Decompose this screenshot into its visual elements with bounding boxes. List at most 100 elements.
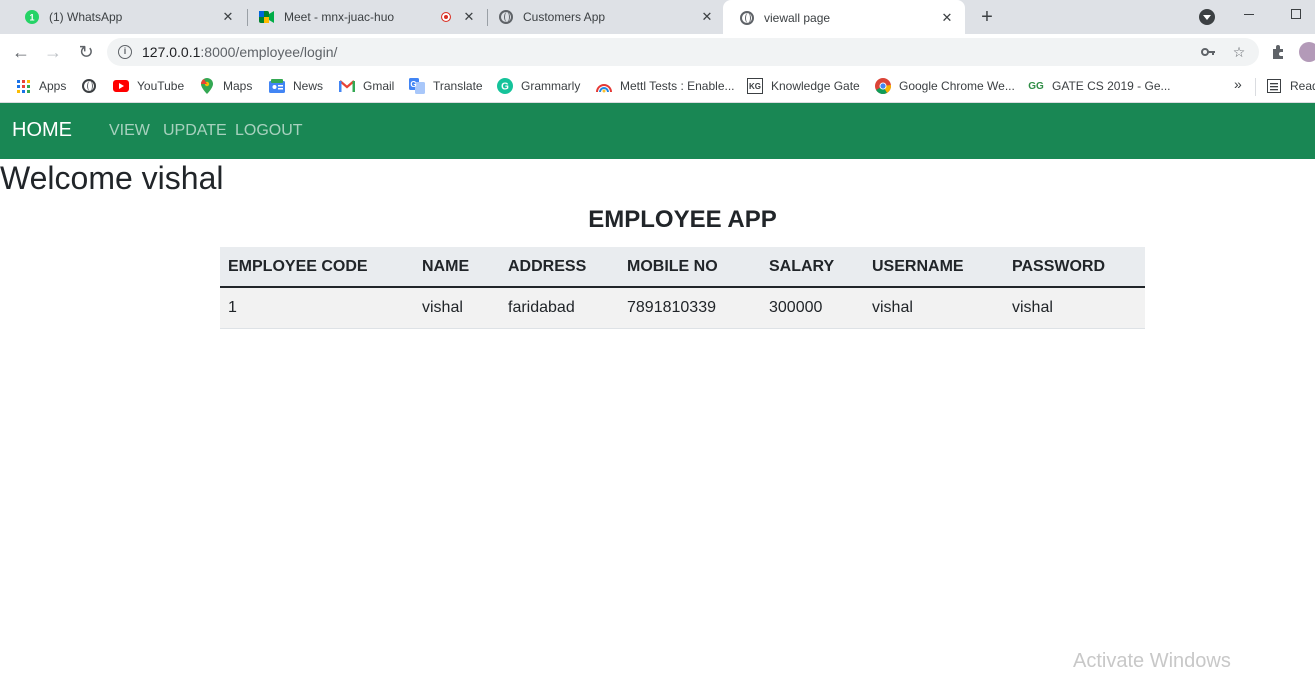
- close-icon[interactable]: ✕: [939, 10, 955, 26]
- bookmark-gate-cs[interactable]: GG GATE CS 2019 - Ge...: [1028, 76, 1171, 96]
- url-host: 127.0.0.1: [142, 44, 201, 60]
- bookmark-label: Gmail: [363, 79, 395, 93]
- maps-icon: [199, 78, 215, 94]
- bookmark-gmail[interactable]: Gmail: [339, 76, 394, 96]
- youtube-icon: [113, 78, 129, 94]
- bookmark-label: News: [293, 79, 324, 93]
- bookmarks-divider: [1255, 78, 1256, 96]
- tab-viewall-page[interactable]: viewall page ✕: [723, 0, 965, 35]
- google-meet-icon: [259, 9, 275, 25]
- bookmark-label: Apps: [39, 79, 67, 93]
- column-header-mobile-no: MOBILE NO: [619, 247, 761, 288]
- column-header-address: ADDRESS: [500, 247, 619, 288]
- bookmark-maps[interactable]: Maps: [199, 76, 252, 96]
- bookmark-label: Mettl Tests : Enable...: [620, 79, 735, 93]
- new-tab-button[interactable]: +: [976, 6, 998, 28]
- tab-title: Customers App: [523, 10, 606, 24]
- bookmark-label: Grammarly: [521, 79, 581, 93]
- globe-icon: [81, 78, 97, 94]
- reading-list-icon: [1266, 78, 1282, 94]
- gmail-icon: [339, 78, 355, 94]
- tab-search-icon[interactable]: [1199, 9, 1215, 25]
- close-icon[interactable]: ✕: [699, 9, 715, 25]
- mettl-icon: [596, 78, 612, 94]
- bookmark-knowledge-gate[interactable]: KG Knowledge Gate: [747, 76, 860, 96]
- nav-link-view[interactable]: VIEW: [109, 122, 150, 140]
- tab-meet[interactable]: Meet - mnx-juac-huo ✕: [243, 0, 487, 34]
- url-path: :8000/employee/login/: [200, 44, 338, 60]
- nav-link-logout[interactable]: LOGOUT: [235, 122, 303, 140]
- extensions-puzzle-icon[interactable]: [1270, 44, 1286, 60]
- bookmark-label: Knowledge Gate: [771, 79, 860, 93]
- close-icon[interactable]: ✕: [461, 9, 477, 25]
- column-header-employee-code: EMPLOYEE CODE: [220, 247, 414, 288]
- table-cell: 300000: [761, 287, 864, 329]
- column-header-salary: SALARY: [761, 247, 864, 288]
- welcome-heading: Welcome vishal: [0, 160, 224, 196]
- home-brand-link[interactable]: HOME: [12, 119, 72, 142]
- table-header-row: EMPLOYEE CODE NAME ADDRESS MOBILE NO SAL…: [220, 247, 1145, 288]
- reading-list[interactable]: Read: [1266, 76, 1315, 96]
- table-cell: 1: [220, 287, 414, 329]
- bookmark-label: YouTube: [137, 79, 185, 93]
- bookmark-translate[interactable]: G Translate: [409, 76, 483, 96]
- bookmark-mettl[interactable]: Mettl Tests : Enable...: [596, 76, 735, 96]
- back-arrow-icon[interactable]: ←: [9, 40, 33, 64]
- whatsapp-badge: 1: [29, 13, 34, 23]
- translate-icon: G: [409, 78, 425, 94]
- globe-icon: [498, 9, 514, 25]
- table-cell: vishal: [414, 287, 500, 329]
- whatsapp-icon: 1: [24, 9, 40, 25]
- globe-icon: [739, 10, 755, 26]
- bookmark-news[interactable]: News: [269, 76, 323, 96]
- tab-customers-app[interactable]: Customers App ✕: [482, 0, 725, 34]
- restore-icon[interactable]: [1291, 9, 1301, 19]
- bookmark-label: Translate: [433, 79, 483, 93]
- bookmark-grammarly[interactable]: G Grammarly: [497, 76, 580, 96]
- address-bar[interactable]: i 127.0.0.1:8000/employee/login/ ☆: [107, 38, 1259, 66]
- key-icon[interactable]: [1200, 44, 1216, 60]
- chrome-icon: [875, 78, 891, 94]
- reading-list-label: Read: [1290, 79, 1315, 93]
- bookmark-label: Google Chrome We...: [899, 79, 1015, 93]
- tab-strip: 1 (1) WhatsApp ✕ Meet - mnx-juac-huo ✕ C…: [0, 0, 1315, 35]
- site-info-icon[interactable]: i: [118, 45, 132, 59]
- column-header-username: USERNAME: [864, 247, 1004, 288]
- tab-whatsapp[interactable]: 1 (1) WhatsApp ✕: [8, 0, 246, 34]
- bookmark-apps[interactable]: Apps: [15, 76, 66, 96]
- forward-arrow-icon[interactable]: →: [41, 40, 65, 64]
- close-icon[interactable]: ✕: [220, 9, 236, 25]
- bookmark-chrome-web-store[interactable]: Google Chrome We...: [875, 76, 1015, 96]
- reload-icon[interactable]: ↻: [74, 40, 98, 64]
- activate-windows-watermark: Activate Windows: [1073, 650, 1231, 672]
- tab-title: (1) WhatsApp: [49, 10, 123, 24]
- grammarly-icon: G: [497, 78, 513, 94]
- minimize-icon[interactable]: [1244, 14, 1254, 15]
- bookmark-globe[interactable]: [81, 76, 105, 96]
- browser-toolbar: ← → ↻ i 127.0.0.1:8000/employee/login/ ☆: [0, 34, 1315, 70]
- table-cell: 7891810339: [619, 287, 761, 329]
- recording-icon: [441, 12, 451, 22]
- bookmarks-overflow-chevron-icon[interactable]: »: [1234, 76, 1242, 92]
- app-navbar: HOME VIEW UPDATE LOGOUT: [0, 103, 1315, 159]
- employee-table: EMPLOYEE CODE NAME ADDRESS MOBILE NO SAL…: [220, 247, 1145, 329]
- column-header-password: PASSWORD: [1004, 247, 1145, 288]
- svg-text:G: G: [501, 82, 509, 93]
- table-cell: vishal: [1004, 287, 1145, 329]
- tab-title: viewall page: [764, 10, 831, 25]
- column-header-name: NAME: [414, 247, 500, 288]
- bookmarks-bar: Apps YouTube Maps News Gmail G Translate…: [0, 70, 1315, 103]
- url-text[interactable]: 127.0.0.1:8000/employee/login/: [142, 44, 337, 60]
- star-icon[interactable]: ☆: [1231, 44, 1247, 60]
- svg-text:G: G: [410, 80, 416, 89]
- tab-title: Meet - mnx-juac-huo: [284, 10, 395, 24]
- bookmark-youtube[interactable]: YouTube: [113, 76, 184, 96]
- table-cell: vishal: [864, 287, 1004, 329]
- profile-avatar[interactable]: [1299, 42, 1315, 62]
- bookmark-label: GATE CS 2019 - Ge...: [1052, 79, 1171, 93]
- table-cell: faridabad: [500, 287, 619, 329]
- news-icon: [269, 78, 285, 94]
- knowledge-gate-icon: KG: [747, 78, 763, 94]
- apps-grid-icon: [15, 78, 31, 94]
- nav-link-update[interactable]: UPDATE: [163, 122, 227, 140]
